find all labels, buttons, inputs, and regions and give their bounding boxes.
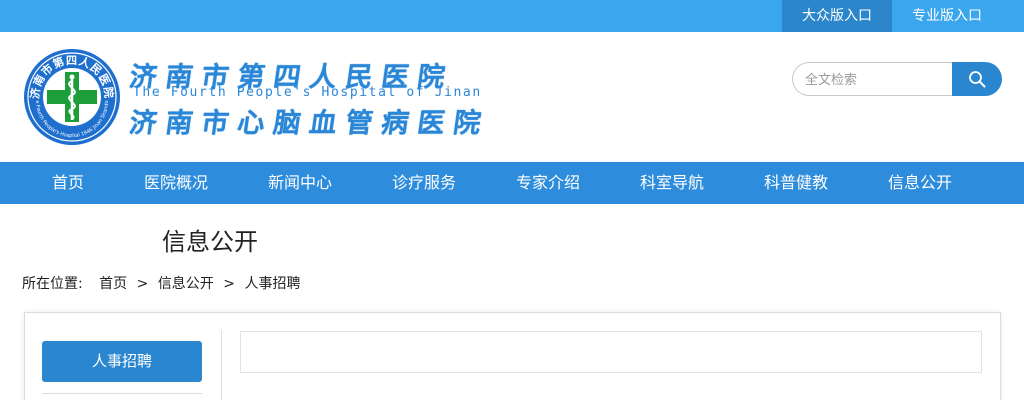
sidebar-item-recruitment[interactable]: 人事招聘 xyxy=(42,341,202,382)
breadcrumb-label: 所在位置: xyxy=(22,276,83,292)
emblem-icon: 济南市第四人民医院 The Fourth People's Hospital 1… xyxy=(19,43,120,145)
professional-version-link[interactable]: 专业版入口 xyxy=(892,0,1002,32)
nav-item-home[interactable]: 首页 xyxy=(52,162,84,204)
public-version-link[interactable]: 大众版入口 xyxy=(782,0,892,32)
sidebar-separator xyxy=(42,393,202,394)
search-icon xyxy=(969,71,986,88)
hospital-name-logo[interactable]: 济南市第四人民医院 The Fourth People's Hospital o… xyxy=(127,57,500,139)
search-input[interactable] xyxy=(792,62,954,96)
page-title: 信息公开 xyxy=(162,228,258,256)
breadcrumb-home-link[interactable]: 首页 xyxy=(99,273,127,293)
site-header: 济南市第四人民医院 The Fourth People's Hospital 1… xyxy=(0,32,1024,162)
article-list-panel xyxy=(240,331,982,373)
breadcrumb-separator: > xyxy=(223,276,235,292)
search-button[interactable] xyxy=(952,62,1002,96)
main-nav: 首页 医院概况 新闻中心 诊疗服务 专家介绍 科室导航 科普健教 信息公开 xyxy=(0,162,1024,204)
breadcrumb-info-disclosure-link[interactable]: 信息公开 xyxy=(158,273,214,293)
sidebar-divider xyxy=(221,330,222,400)
breadcrumb-current[interactable]: 人事招聘 xyxy=(244,273,300,293)
nav-item-info-disclosure[interactable]: 信息公开 xyxy=(888,162,952,204)
nav-item-news[interactable]: 新闻中心 xyxy=(268,162,332,204)
nav-item-departments[interactable]: 科室导航 xyxy=(640,162,704,204)
top-utility-bar: 大众版入口 专业版入口 xyxy=(0,0,1024,32)
search-box xyxy=(792,62,1002,96)
breadcrumb: 所在位置: 首页 > 信息公开 > 人事招聘 xyxy=(22,273,300,293)
nav-item-experts[interactable]: 专家介绍 xyxy=(516,162,580,204)
breadcrumb-separator: > xyxy=(136,276,149,292)
nav-item-overview[interactable]: 医院概况 xyxy=(144,162,208,204)
nav-item-health-education[interactable]: 科普健教 xyxy=(764,162,828,204)
hospital-second-name-cn: 济南市心脑血管病医院 xyxy=(127,108,492,139)
hospital-emblem-logo[interactable]: 济南市第四人民医院 The Fourth People's Hospital 1… xyxy=(19,43,122,147)
nav-item-services[interactable]: 诊疗服务 xyxy=(392,162,456,204)
hospital-name-en: The Fourth People's Hospital of Jinan xyxy=(133,85,482,100)
